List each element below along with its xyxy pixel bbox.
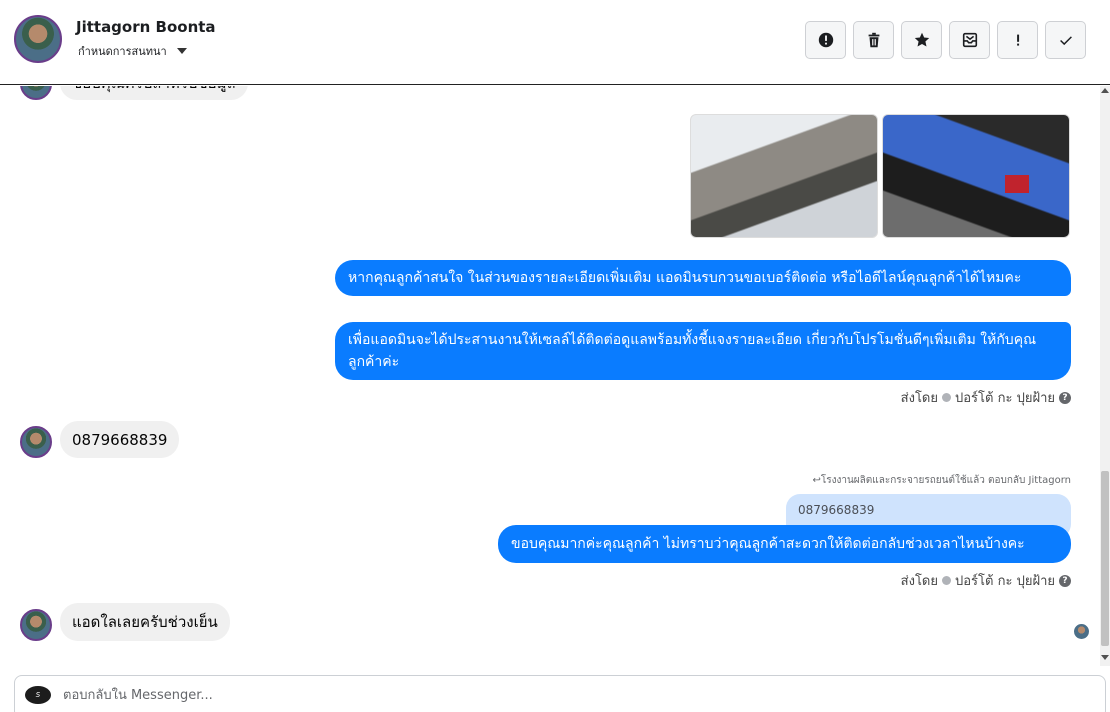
message-text: หากคุณลูกค้าสนใจ ในส่วนของรายละเอียดเพิ่… [348,270,1022,286]
outgoing-message[interactable]: เพื่อแอดมินจะได้ประสานงานให้เซลล์ได้ติดต… [335,322,1071,380]
star-button[interactable] [901,21,942,59]
thread-scrollbar[interactable] [1100,86,1110,666]
message-thread[interactable]: ขอบคุณครับสำหรับข้อมูล หากคุณลูกค้าสนใจ … [0,86,1100,666]
sender-name[interactable]: ปอร์โต้ กะ ปุยฝ้าย [955,570,1055,591]
message-text: ขอบคุณมากค่ะคุณลูกค้า ไม่ทราบว่าคุณลูกค้… [511,536,1025,552]
scroll-up-arrow-icon[interactable] [1101,88,1109,93]
quoted-text: 0879668839 [798,503,875,517]
contact-avatar-small[interactable] [20,609,52,641]
mark-done-button[interactable] [1045,21,1086,59]
sent-by-label: ส่งโดย ปอร์โต้ กะ ปุยฝ้าย ? [901,387,1071,408]
sent-by-prefix: ส่งโดย [900,391,938,406]
exclamation-icon [1016,34,1019,46]
battery-terminal [1005,175,1029,193]
page-role-icon [942,576,951,585]
message-text: เพื่อแอดมินจะได้ประสานงานให้เซลล์ได้ติดต… [348,332,1037,370]
help-icon[interactable]: ? [1059,574,1071,587]
conversation-header: Jittagorn Boonta กำหนดการสนทนา [0,0,1110,85]
contact-avatar-small[interactable] [20,86,52,100]
follow-up-button[interactable] [997,21,1038,59]
envelope-icon [962,32,977,48]
incoming-message[interactable]: ขอบคุณครับสำหรับข้อมูล [60,86,248,100]
reply-context-label: ↩โรงงานผลิตและกระจายรถยนต์ใช้แล้ว ตอบกลั… [812,475,1071,486]
page-role-icon [942,393,951,402]
incoming-message[interactable]: 0879668839 [60,421,180,458]
help-icon[interactable]: ? [1059,391,1071,404]
assign-conversation-label: กำหนดการสนทนา [78,45,167,58]
contact-avatar[interactable] [14,15,62,63]
sender-name[interactable]: ปอร์โต้ กะ ปุยฝ้าย [955,387,1055,408]
attachment-photo-engine[interactable] [690,114,878,238]
scrollbar-thumb[interactable] [1101,471,1109,646]
sent-by-prefix: ส่งโดย [900,574,938,589]
outgoing-message[interactable]: หากคุณลูกค้าสนใจ ในส่วนของรายละเอียดเพิ่… [335,260,1071,296]
star-icon [914,32,929,47]
action-toolbar [805,21,1086,59]
incoming-message[interactable]: แอดใลเลยครับช่วงเย็น [60,603,230,641]
contact-name[interactable]: Jittagorn Boonta [76,18,216,36]
messenger-app: Jittagorn Boonta กำหนดการสนทนา หากคุณลูก… [0,0,1110,712]
message-text: แอดใลเลยครับช่วงเย็น [72,613,218,631]
caret-down-icon [176,48,187,54]
contact-avatar-small[interactable] [20,426,52,458]
scroll-down-arrow-icon[interactable] [1101,655,1109,660]
message-text: 0879668839 [72,430,168,449]
alert-circle-icon [818,32,833,48]
page-logo-icon: S [25,686,51,704]
reply-input[interactable] [63,684,963,706]
attachment-photo-battery[interactable] [882,114,1070,238]
outgoing-message[interactable]: ขอบคุณมากค่ะคุณลูกค้า ไม่ทราบว่าคุณลูกค้… [498,525,1071,563]
message-composer: S [14,675,1106,712]
sent-by-label: ส่งโดย ปอร์โต้ กะ ปุยฝ้าย ? [901,570,1071,591]
mark-unread-button[interactable] [949,21,990,59]
seen-avatar-indicator [1074,624,1089,639]
assign-conversation-dropdown[interactable]: กำหนดการสนทนา [78,42,187,60]
message-text: ขอบคุณครับสำหรับข้อมูล [72,86,236,95]
mark-spam-button[interactable] [805,21,846,59]
delete-button[interactable] [853,21,894,59]
checkmark-icon [1059,36,1072,46]
trash-icon [868,32,879,48]
